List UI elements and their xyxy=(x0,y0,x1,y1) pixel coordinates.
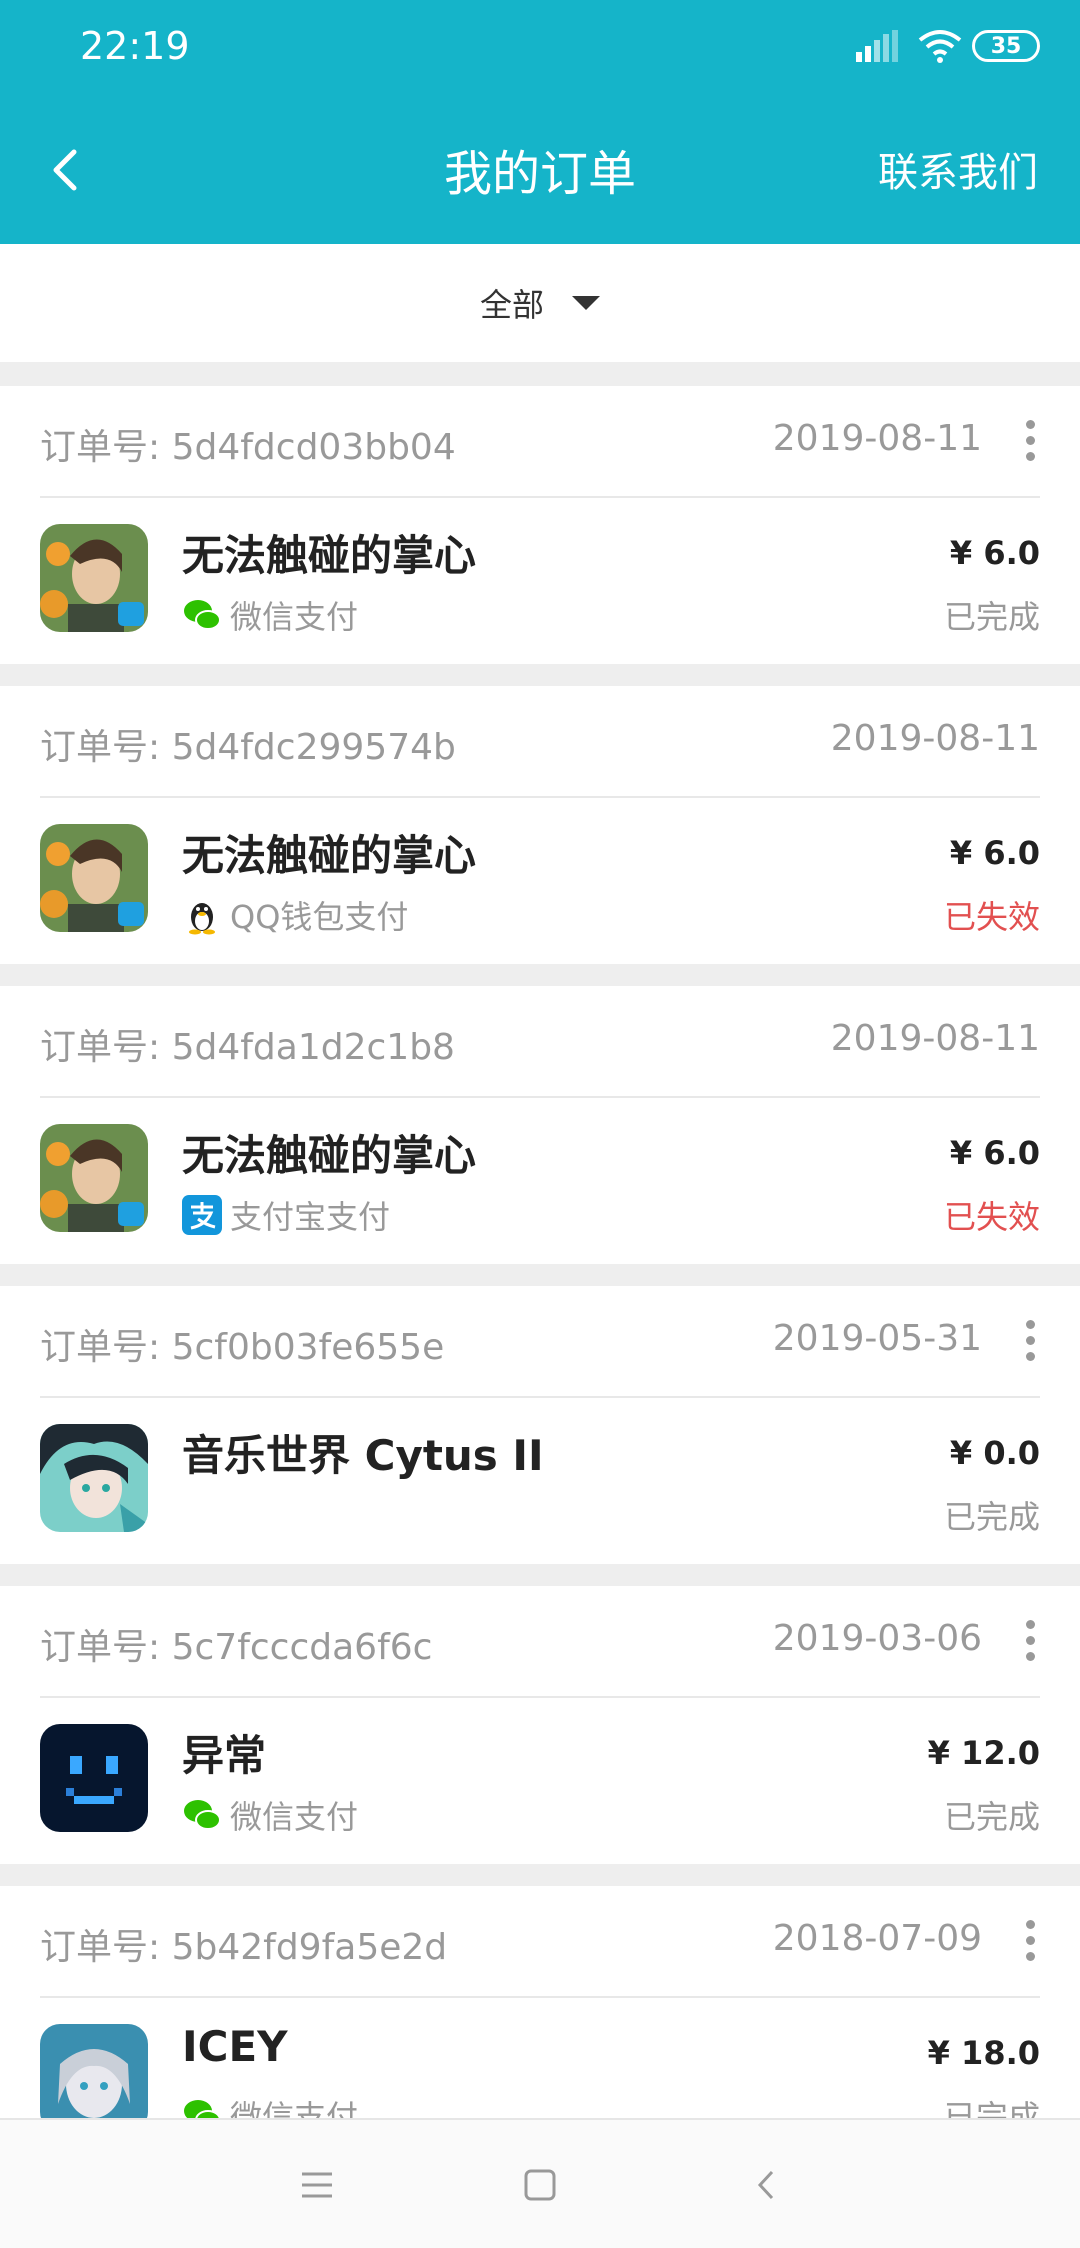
filter-dropdown[interactable]: 全部 xyxy=(0,244,1080,362)
home-icon[interactable] xyxy=(515,2160,565,2210)
status-bar: 22:19 35 xyxy=(0,0,1080,96)
order-price: ¥ 0.0 xyxy=(949,1434,1040,1472)
game-name: 无法触碰的掌心 xyxy=(182,1131,477,1180)
game-icon-icey xyxy=(40,2024,148,2132)
order-status: 已完成 xyxy=(943,1798,1040,1836)
order-card[interactable]: 订单号: 5cf0b03fe655e 2019-05-31 音乐世界 Cytus… xyxy=(0,1286,1080,1564)
back-icon[interactable] xyxy=(742,2160,792,2210)
app-header: 我的订单 联系我们 xyxy=(0,96,1080,244)
menu-icon[interactable] xyxy=(292,2160,342,2210)
order-date: 2019-08-11 xyxy=(772,418,982,459)
order-number: 订单号: 5d4fdc299574b xyxy=(40,727,456,768)
order-status: 已完成 xyxy=(943,1498,1040,1536)
wechat-pay-icon xyxy=(184,600,221,630)
more-options-icon[interactable] xyxy=(1020,1620,1040,1664)
order-date: 2019-08-11 xyxy=(830,1018,1040,1059)
game-name: 无法触碰的掌心 xyxy=(182,831,477,880)
order-header: 订单号: 5d4fdc299574b 2019-08-11 xyxy=(40,686,1040,798)
contact-us-button[interactable]: 联系我们 xyxy=(878,140,1038,198)
order-price: ¥ 6.0 xyxy=(949,534,1040,572)
game-name: 无法触碰的掌心 xyxy=(182,531,477,580)
order-price: ¥ 18.0 xyxy=(927,2034,1040,2072)
qq-wallet-icon xyxy=(189,903,215,935)
more-options-icon[interactable] xyxy=(1020,1920,1040,1964)
order-status: 已完成 xyxy=(943,598,1040,636)
status-time: 22:19 xyxy=(80,24,190,68)
order-date: 2018-07-09 xyxy=(772,1918,982,1959)
order-card[interactable]: 订单号: 5d4fda1d2c1b8 2019-08-11 无法触碰的掌心 支付… xyxy=(0,986,1080,1264)
alipay-icon xyxy=(182,1195,222,1235)
order-number: 订单号: 5d4fda1d2c1b8 xyxy=(40,1027,455,1068)
order-date: 2019-05-31 xyxy=(772,1318,982,1359)
order-header: 订单号: 5b42fd9fa5e2d 2018-07-09 xyxy=(40,1886,1040,1998)
order-header: 订单号: 5d4fda1d2c1b8 2019-08-11 xyxy=(40,986,1040,1098)
order-card[interactable]: 订单号: 5d4fdc299574b 2019-08-11 无法触碰的掌心 QQ… xyxy=(0,686,1080,964)
order-date: 2019-08-11 xyxy=(830,718,1040,759)
order-number: 订单号: 5d4fdcd03bb04 xyxy=(40,427,456,468)
order-list: 订单号: 5d4fdcd03bb04 2019-08-11 无法触碰的掌心 微信… xyxy=(0,386,1080,2186)
cellular-signal-icon xyxy=(856,30,898,62)
game-icon-wufa xyxy=(40,1124,148,1232)
order-status: 已失效 xyxy=(943,898,1040,936)
payment-method: 支付宝支付 xyxy=(182,1192,390,1238)
game-icon-yichang xyxy=(40,1724,148,1832)
filter-label: 全部 xyxy=(479,286,544,324)
order-number: 订单号: 5c7fcccda6f6c xyxy=(40,1627,433,1668)
order-header: 订单号: 5cf0b03fe655e 2019-05-31 xyxy=(40,1286,1040,1398)
order-status: 已失效 xyxy=(943,1198,1040,1236)
battery-icon: 35 xyxy=(972,30,1040,62)
order-price: ¥ 12.0 xyxy=(927,1734,1040,1772)
more-options-icon[interactable] xyxy=(1020,420,1040,464)
game-icon-wufa xyxy=(40,824,148,932)
wifi-icon xyxy=(918,30,962,63)
wechat-pay-icon xyxy=(184,1800,221,1830)
caret-down-icon xyxy=(572,296,600,310)
order-number: 订单号: 5cf0b03fe655e xyxy=(40,1327,445,1368)
more-options-icon[interactable] xyxy=(1020,1320,1040,1364)
order-header: 订单号: 5d4fdcd03bb04 2019-08-11 xyxy=(40,386,1040,498)
order-price: ¥ 6.0 xyxy=(949,1134,1040,1172)
game-name: 异常 xyxy=(182,1731,267,1780)
payment-method: 微信支付 xyxy=(182,1792,358,1838)
order-card[interactable]: 订单号: 5c7fcccda6f6c 2019-03-06 异常 微信支付 ¥ … xyxy=(0,1586,1080,1864)
order-number: 订单号: 5b42fd9fa5e2d xyxy=(40,1927,448,1968)
system-nav-bar xyxy=(0,2118,1080,2248)
game-icon-wufa xyxy=(40,524,148,632)
game-name: 音乐世界 Cytus II xyxy=(182,1431,544,1480)
game-name: ICEY xyxy=(182,2022,288,2071)
payment-method: 微信支付 xyxy=(182,592,358,638)
order-date: 2019-03-06 xyxy=(772,1618,982,1659)
order-price: ¥ 6.0 xyxy=(949,834,1040,872)
payment-method: QQ钱包支付 xyxy=(182,892,408,938)
order-card[interactable]: 订单号: 5d4fdcd03bb04 2019-08-11 无法触碰的掌心 微信… xyxy=(0,386,1080,664)
game-icon-cytus xyxy=(40,1424,148,1532)
order-header: 订单号: 5c7fcccda6f6c 2019-03-06 xyxy=(40,1586,1040,1698)
